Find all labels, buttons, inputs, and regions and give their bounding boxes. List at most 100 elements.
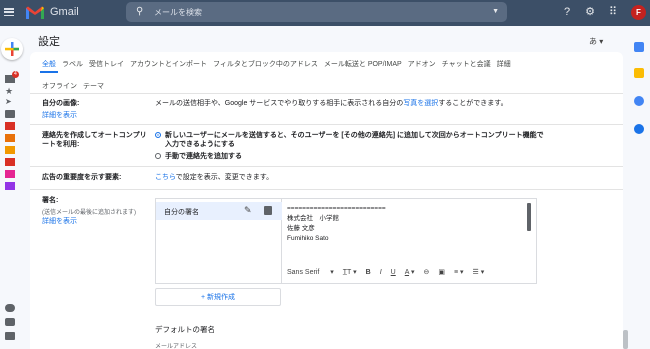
tab-chat[interactable]: チャットと会議: [442, 59, 491, 69]
label-purple-icon[interactable]: [5, 182, 15, 190]
font-family-select[interactable]: Sans Serif ▾: [287, 268, 334, 276]
font-family-value: Sans Serif: [287, 269, 320, 276]
gmail-logo-icon[interactable]: [25, 5, 45, 20]
bold-icon[interactable]: B: [366, 269, 371, 276]
label-pink-icon[interactable]: [5, 170, 15, 178]
search-icon[interactable]: ⚲: [136, 6, 143, 17]
side-panel-rail: [628, 26, 650, 349]
tab-addons[interactable]: アドオン: [408, 59, 436, 69]
tab-labels[interactable]: ラベル: [62, 59, 83, 69]
autocomplete-option-manual[interactable]: 手動で連絡先を追加する: [155, 152, 242, 161]
tasks-icon[interactable]: [634, 96, 644, 106]
ad-importance-text: こちらで設定を表示、変更できます。: [155, 173, 273, 182]
autocomplete-option2-label: 手動で連絡先を追加する: [165, 153, 242, 160]
editor-scrollbar[interactable]: [527, 203, 531, 231]
trash-icon[interactable]: [264, 206, 272, 215]
drafts-icon[interactable]: [5, 110, 15, 118]
tab-inbox[interactable]: 受信トレイ: [89, 59, 124, 69]
label-orange-icon[interactable]: [5, 134, 15, 142]
divider: [30, 124, 623, 125]
my-picture-text: メールの送信相手や、Google サービスでやり取りする相手に表示される自分の写…: [155, 99, 508, 108]
divider: [30, 166, 623, 167]
settings-tabs: 全般 ラベル 受信トレイ アカウントとインポート フィルタとブロック中のアドレス…: [42, 59, 517, 69]
align-icon[interactable]: ≡ ▾: [454, 268, 464, 276]
signature-line: 株式会社 小学館: [287, 215, 339, 222]
tab-advanced[interactable]: 詳細: [497, 59, 511, 69]
ad-settings-link[interactable]: こちら: [155, 174, 176, 181]
signature-line: 佐藤 文彦: [287, 225, 315, 232]
my-picture-text-before: メールの送信相手や、Google サービスでやり取りする相手に表示される自分の: [155, 100, 404, 107]
active-tab-indicator: [40, 71, 58, 73]
tab-filters[interactable]: フィルタとブロック中のアドレス: [213, 59, 318, 69]
image-icon[interactable]: ▣: [438, 268, 445, 276]
signature-details-link[interactable]: 詳細を表示: [42, 216, 77, 226]
tab-themes[interactable]: テーマ: [83, 81, 104, 91]
choose-picture-link[interactable]: 写真を選択: [403, 100, 438, 107]
gear-icon[interactable]: ⚙: [583, 5, 597, 19]
top-bar: Gmail ⚲ ▼ ? ⚙ ⠿ F: [0, 0, 650, 26]
settings-tabs-row2: オフライン テーマ: [42, 81, 110, 91]
search-input[interactable]: [154, 5, 474, 19]
divider: [30, 189, 623, 190]
label-red2-icon[interactable]: [5, 158, 15, 166]
signature-label: 署名:: [42, 197, 59, 204]
page-title: 設定: [38, 36, 60, 48]
signature-panel: 自分の署名 ✎ ========================== 株式会社 …: [155, 198, 537, 284]
italic-icon[interactable]: I: [380, 269, 382, 276]
label-yellow-icon[interactable]: [5, 146, 15, 154]
signature-sub-label: (送信メールの最後に追加されます): [42, 210, 136, 216]
tab-offline[interactable]: オフライン: [42, 81, 77, 91]
spaces-icon[interactable]: [5, 318, 15, 326]
radio-manual-add[interactable]: [155, 153, 161, 159]
send-icon[interactable]: ➤: [5, 98, 15, 106]
signature-name: 自分の署名: [164, 209, 199, 216]
tab-general[interactable]: 全般: [42, 59, 56, 69]
signature-list: 自分の署名 ✎: [156, 199, 282, 283]
inbox-count-badge: 4: [12, 71, 19, 78]
tab-forwarding[interactable]: メール転送と POP/IMAP: [324, 59, 402, 69]
text-color-icon[interactable]: A ▾: [405, 268, 415, 276]
underline-icon[interactable]: U: [391, 269, 396, 276]
numbered-list-icon[interactable]: ☰ ▾: [473, 268, 485, 276]
signature-line: Fumihiko Sato: [287, 235, 329, 242]
help-icon[interactable]: ?: [560, 5, 574, 19]
compose-button[interactable]: [1, 38, 23, 60]
tab-accounts[interactable]: アカウントとインポート: [130, 59, 207, 69]
keep-icon[interactable]: [634, 68, 644, 78]
signature-editor[interactable]: ========================== 株式会社 小学館 佐藤 文…: [287, 204, 527, 244]
link-icon[interactable]: ⊖: [424, 268, 430, 276]
star-icon[interactable]: ★: [5, 87, 15, 96]
my-picture-label: 自分の画像:: [42, 100, 80, 107]
font-size-icon[interactable]: T̲T ▾: [343, 268, 357, 276]
search-options-icon[interactable]: ▼: [492, 8, 499, 15]
ad-importance-label: 広告の重要度を示す要素:: [42, 174, 122, 181]
lang-indicator: あ: [589, 37, 597, 46]
formatting-toolbar: Sans Serif ▾ T̲T ▾ B I U A ▾ ⊖ ▣ ≡ ▾ ☰ ▾: [287, 265, 537, 279]
mail-address-label: メールアドレス: [155, 344, 198, 349]
signature-line: ==========================: [287, 205, 386, 212]
avatar[interactable]: F: [631, 5, 646, 20]
signature-list-item[interactable]: 自分の署名 ✎: [156, 202, 282, 220]
pencil-icon[interactable]: ✎: [244, 205, 252, 216]
create-new-signature-button[interactable]: + 新規作成: [155, 288, 281, 306]
autocomplete-option-auto[interactable]: 新しいユーザーにメールを送信すると、そのユーザーを [その他の連絡先] に追加し…: [155, 131, 545, 149]
ad-importance-text-body: で設定を表示、変更できます。: [175, 174, 274, 181]
meet-icon[interactable]: [5, 332, 15, 340]
contacts-icon[interactable]: [634, 124, 644, 134]
autocomplete-label: 連絡先を作成してオートコンプリートを利用:: [42, 132, 147, 148]
default-signature-heading: デフォルトの署名: [155, 325, 215, 334]
plus-icon: [5, 42, 19, 56]
input-tools-selector[interactable]: あ ▾: [589, 36, 603, 47]
radio-auto-add[interactable]: [155, 132, 161, 138]
autocomplete-option1-label: 新しいユーザーにメールを送信すると、そのユーザーを [その他の連絡先] に追加し…: [165, 132, 544, 148]
my-picture-details-link[interactable]: 詳細を表示: [42, 110, 77, 120]
apps-grid-icon[interactable]: ⠿: [606, 5, 620, 19]
my-picture-text-after: することができます。: [438, 100, 508, 107]
main-menu-icon[interactable]: [4, 8, 14, 17]
search-bar[interactable]: ⚲ ▼: [126, 2, 507, 22]
label-red-icon[interactable]: [5, 122, 15, 130]
app-name: Gmail: [50, 6, 79, 18]
chat-icon[interactable]: [5, 304, 15, 312]
calendar-icon[interactable]: [634, 42, 644, 52]
divider: [30, 93, 623, 94]
